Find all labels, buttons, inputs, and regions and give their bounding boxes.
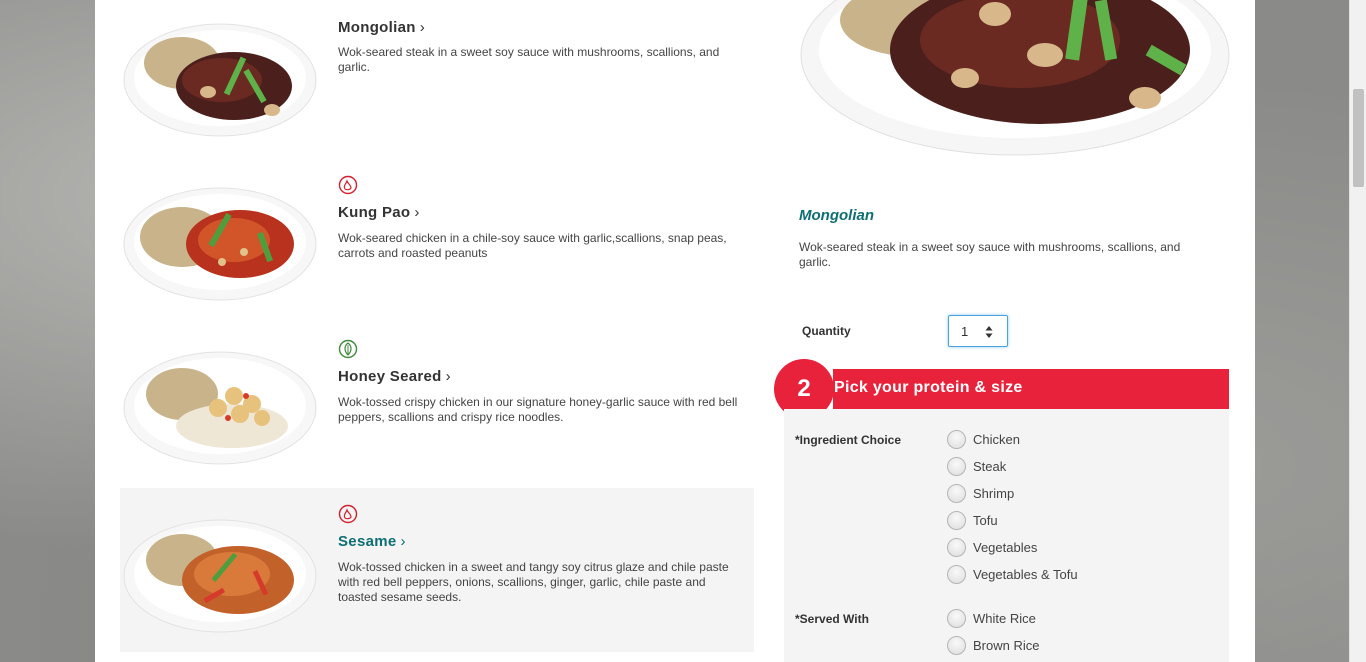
selected-dish-description: Wok-seared steak in a sweet soy sauce wi… <box>799 240 1181 269</box>
item-name[interactable]: Mongolian › <box>338 19 425 36</box>
radio-option-chicken[interactable]: Chicken <box>947 429 1020 449</box>
radio-button[interactable] <box>947 483 966 503</box>
spicy-icon <box>338 504 358 524</box>
radio-button[interactable] <box>947 635 966 655</box>
step-title: Pick your protein & size <box>834 379 1023 396</box>
menu-item-sesame[interactable]: Sesame › Wok-tossed chicken in a sweet an… <box>120 488 754 652</box>
spicy-icon <box>338 175 358 195</box>
radio-option-brown-rice[interactable]: Brown Rice <box>947 635 1039 655</box>
menu-page: Mongolian › Wok-seared steak in a sweet s… <box>95 0 1255 662</box>
menu-item-honey-seared[interactable]: Honey Seared › Wok-tossed crispy chicken … <box>120 330 754 488</box>
vertical-scrollbar[interactable] <box>1349 0 1366 662</box>
vegetarian-icon <box>338 339 358 359</box>
item-description: Wok-seared steak in a sweet soy sauce wi… <box>338 45 720 74</box>
menu-item-kung-pao[interactable]: Kung Pao › Wok-seared chicken in a chile-… <box>120 165 754 325</box>
radio-option-white-rice[interactable]: White Rice <box>947 608 1036 628</box>
item-name-text[interactable]: Sesame <box>338 533 397 550</box>
radio-option-steak[interactable]: Steak <box>947 456 1006 476</box>
chevron-right-icon: › <box>414 204 420 221</box>
radio-option-vegetables-tofu[interactable]: Vegetables & Tofu <box>947 564 1078 584</box>
selected-dish-title: Mongolian <box>799 207 874 224</box>
item-name-text[interactable]: Mongolian <box>338 19 416 36</box>
kung-pao-plate-image <box>123 187 317 301</box>
options-panel: *Ingredient Choice Chicken Steak Shrimp … <box>784 409 1229 662</box>
sesame-plate-image <box>123 519 317 633</box>
scrollbar-thumb[interactable] <box>1353 89 1364 187</box>
item-name[interactable]: Kung Pao › <box>338 204 420 221</box>
ingredient-choice-label: *Ingredient Choice <box>795 433 902 447</box>
mongolian-plate-image <box>123 23 317 137</box>
honey-seared-plate-image <box>123 351 317 465</box>
radio-button[interactable] <box>947 429 966 449</box>
item-description: Wok-tossed chicken in a sweet and tangy … <box>338 560 729 604</box>
radio-button[interactable] <box>947 537 966 557</box>
spinner-arrows-icon[interactable] <box>985 325 993 339</box>
item-name-text[interactable]: Honey Seared <box>338 368 442 385</box>
quantity-label: Quantity <box>802 324 851 338</box>
radio-label[interactable]: Chicken <box>973 432 1020 447</box>
chevron-right-icon: › <box>445 368 451 385</box>
radio-label[interactable]: Brown Rice <box>973 638 1039 653</box>
quantity-value[interactable]: 1 <box>961 324 968 339</box>
item-name[interactable]: Honey Seared › <box>338 368 451 385</box>
item-description: Wok-tossed crispy chicken in our signatu… <box>338 395 738 424</box>
radio-label[interactable]: Tofu <box>973 513 998 528</box>
radio-label[interactable]: Vegetables <box>973 540 1037 555</box>
radio-label[interactable]: Steak <box>973 459 1006 474</box>
item-description: Wok-seared chicken in a chile-soy sauce … <box>338 231 727 260</box>
item-name-text[interactable]: Kung Pao <box>338 204 410 221</box>
item-name[interactable]: Sesame › <box>338 533 406 550</box>
radio-button[interactable] <box>947 510 966 530</box>
radio-option-tofu[interactable]: Tofu <box>947 510 998 530</box>
radio-label[interactable]: Shrimp <box>973 486 1014 501</box>
radio-label[interactable]: White Rice <box>973 611 1036 626</box>
radio-option-vegetables[interactable]: Vegetables <box>947 537 1037 557</box>
radio-option-shrimp[interactable]: Shrimp <box>947 483 1014 503</box>
radio-button[interactable] <box>947 564 966 584</box>
chevron-right-icon: › <box>419 19 425 36</box>
selected-dish-hero-image <box>800 0 1230 156</box>
radio-button[interactable] <box>947 456 966 476</box>
radio-label[interactable]: Vegetables & Tofu <box>973 567 1078 582</box>
quantity-stepper[interactable]: 1 <box>948 315 1008 347</box>
menu-item-mongolian[interactable]: Mongolian › Wok-seared steak in a sweet s… <box>120 0 754 160</box>
radio-button[interactable] <box>947 608 966 628</box>
served-with-label: *Served With <box>795 612 869 626</box>
chevron-right-icon: › <box>400 533 406 550</box>
